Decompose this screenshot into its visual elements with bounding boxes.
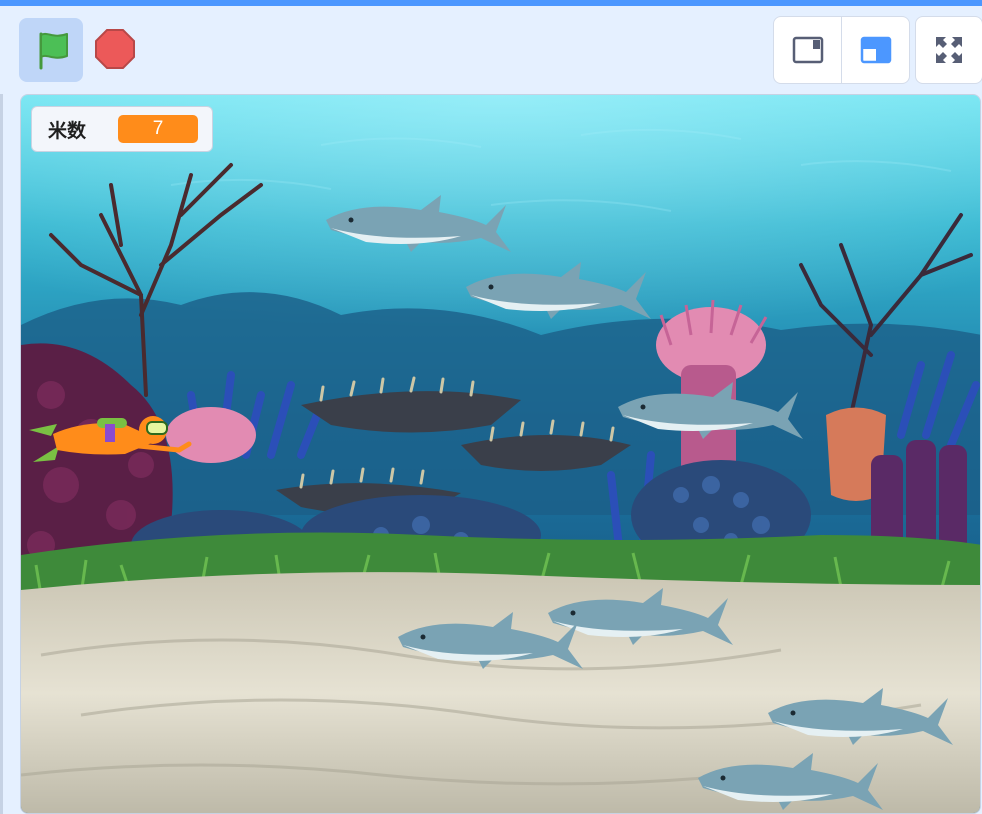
green-flag-icon [39, 32, 68, 70]
stage-backdrop [21, 95, 980, 813]
monitor-value: 7 [118, 115, 198, 143]
stop-button[interactable] [92, 26, 138, 72]
small-stage-layout-icon [792, 36, 823, 64]
normal-stage-layout-icon [860, 36, 891, 64]
fullscreen-icon [936, 37, 962, 63]
fullscreen-button[interactable] [915, 16, 982, 84]
stop-sign-icon [95, 29, 135, 69]
stage-size-toggle [773, 16, 910, 84]
left-panel-edge [0, 94, 3, 814]
green-flag-button[interactable] [19, 18, 83, 82]
stage-canvas[interactable] [20, 94, 981, 814]
variable-monitor[interactable]: 米数 7 [31, 106, 213, 152]
monitor-label: 米数 [48, 119, 87, 142]
small-stage-button[interactable] [774, 17, 842, 83]
stage-toolbar [0, 6, 982, 90]
normal-stage-button[interactable] [842, 17, 909, 83]
